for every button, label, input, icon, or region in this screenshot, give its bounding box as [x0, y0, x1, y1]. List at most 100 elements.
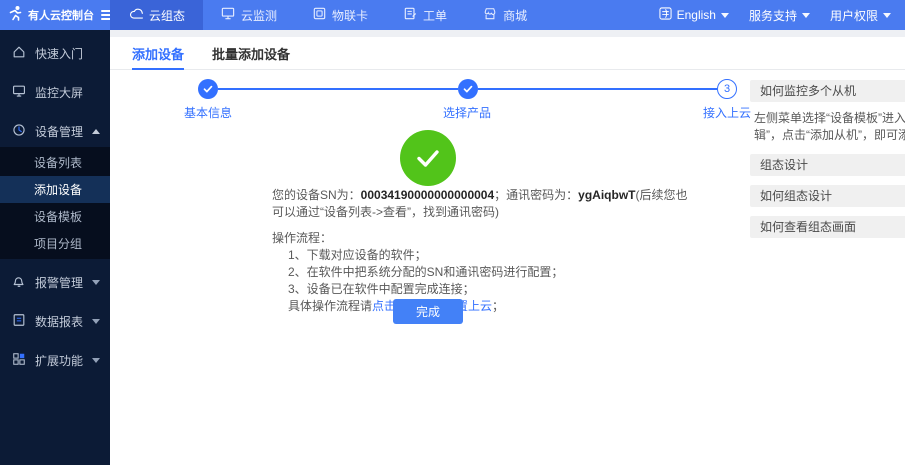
sidebar-item-data-report[interactable]: 数据报表	[0, 306, 110, 337]
check-icon	[462, 83, 474, 95]
sidebar-item-label: 扩展功能	[35, 352, 83, 369]
sn-prefix: 您的设备SN为：	[272, 188, 361, 202]
submenu-item-label: 设备模板	[34, 208, 82, 225]
success-check-icon	[400, 130, 456, 186]
nav-label: 云监测	[241, 7, 277, 24]
detail-prefix: 具体操作流程请	[288, 299, 372, 313]
sidebar-item-label: 快速入门	[35, 45, 100, 62]
step-2-label: 选择产品	[407, 104, 527, 121]
chevron-up-icon	[92, 129, 100, 134]
sn-line: 您的设备SN为：00034190000000000004；通讯密码为：ygAiq…	[272, 187, 696, 221]
nav-label: 工单	[423, 7, 447, 24]
flow-step-2: 2、在软件中把系统分配的SN和通讯密码进行配置；	[288, 264, 696, 281]
sidebar-item-device-template[interactable]: 设备模板	[0, 203, 110, 230]
sidebar-item-device-list[interactable]: 设备列表	[0, 149, 110, 176]
top-header: 有人云控制台 云组态 云监测 物联卡	[0, 0, 905, 30]
sidebar-item-label: 报警管理	[35, 274, 83, 291]
sidebar-item-monitor-screen[interactable]: 监控大屏	[0, 77, 110, 108]
sidebar-item-label: 监控大屏	[35, 84, 100, 101]
device-management-submenu: 设备列表 添加设备 设备模板 项目分组	[0, 147, 110, 259]
top-nav: 云组态 云监测 物联卡 工单	[110, 0, 545, 30]
main-content: 添加设备 批量添加设备 3 基本信息 选择产品 接入上云	[110, 37, 905, 465]
nav-item-iot-card[interactable]: 物联卡	[295, 0, 386, 30]
nav-label: 商城	[503, 7, 527, 24]
support-label: 服务支持	[749, 7, 797, 24]
sidebar-item-project-group[interactable]: 项目分组	[0, 230, 110, 257]
sidebar-item-quick-start[interactable]: 快速入门	[0, 38, 110, 69]
flow-steps: 1、下载对应设备的软件； 2、在软件中把系统分配的SN和通讯密码进行配置； 3、…	[272, 247, 696, 298]
sidebar-item-device-management[interactable]: 设备管理	[0, 116, 110, 147]
nav-item-cloud-monitor[interactable]: 云监测	[203, 0, 295, 30]
alarm-bell-icon	[12, 274, 26, 291]
help-section-how-to-scada[interactable]: 如何组态设计	[750, 185, 905, 207]
nav-item-work-order[interactable]: 工单	[386, 0, 465, 30]
nav-item-cloud-scada[interactable]: 云组态	[110, 0, 203, 30]
runner-logo-icon	[7, 5, 23, 26]
chevron-down-icon	[92, 358, 100, 363]
report-icon	[12, 313, 26, 330]
user-permission-menu[interactable]: 用户权限	[830, 7, 891, 24]
chevron-down-icon	[721, 13, 729, 18]
sidebar-item-label: 数据报表	[35, 313, 83, 330]
result-info: 您的设备SN为：00034190000000000004；通讯密码为：ygAiq…	[272, 187, 696, 315]
screen-icon	[12, 84, 26, 101]
chevron-down-icon	[92, 319, 100, 324]
sim-card-icon	[313, 7, 326, 23]
help-panel: 如何监控多个从机 左侧菜单选择“设备模板”进入设备模板列表，选择“设 辑”，点击…	[750, 80, 905, 238]
submenu-item-label: 添加设备	[34, 181, 82, 198]
sidebar-item-add-device[interactable]: 添加设备	[0, 176, 110, 203]
check-icon	[202, 83, 214, 95]
step-2-node	[458, 79, 478, 99]
flow-step-3: 3、设备已在软件中配置完成连接；	[288, 281, 696, 298]
store-icon	[483, 7, 497, 23]
step-connector	[478, 88, 718, 90]
work-order-icon	[404, 7, 417, 23]
service-support-menu[interactable]: 服务支持	[749, 7, 810, 24]
tab-batch-add-device[interactable]: 批量添加设备	[212, 37, 290, 69]
nav-label: 物联卡	[332, 7, 368, 24]
step-3-node: 3	[717, 79, 737, 99]
help-section-monitor-slaves[interactable]: 如何监控多个从机	[750, 80, 905, 102]
cloud-icon	[128, 7, 143, 23]
logo[interactable]: 有人云控制台	[0, 0, 110, 30]
help-body-line: 辑”，点击“添加从机”，即可添加从机。	[754, 127, 905, 144]
comm-password-value: ygAiqbwT	[578, 188, 635, 202]
step-number: 3	[724, 83, 730, 95]
permission-label: 用户权限	[830, 7, 878, 24]
globe-icon	[659, 7, 672, 23]
flow-step-1: 1、下载对应设备的软件；	[288, 247, 696, 264]
password-label: ；通讯密码为：	[494, 188, 578, 202]
detail-suffix: ；	[492, 299, 504, 313]
submenu-item-label: 项目分组	[34, 235, 82, 252]
monitor-icon	[221, 7, 235, 23]
sidebar-item-label: 设备管理	[35, 123, 83, 140]
apps-grid-icon	[12, 352, 26, 369]
step-1-node	[198, 79, 218, 99]
home-icon	[12, 45, 26, 62]
step-1-label: 基本信息	[148, 104, 268, 121]
sidebar-item-extended-functions[interactable]: 扩展功能	[0, 345, 110, 376]
step-connector	[218, 88, 458, 90]
device-gauge-icon	[12, 123, 26, 140]
detail-line: 具体操作流程请点击查看如何配置上云；	[272, 298, 696, 315]
flow-title: 操作流程：	[272, 230, 696, 247]
page: 有人云控制台 云组态 云监测 物联卡	[0, 0, 905, 465]
tab-add-device[interactable]: 添加设备	[132, 37, 184, 69]
device-sn-value: 00034190000000000004	[361, 188, 494, 202]
tab-bar: 添加设备 批量添加设备	[110, 37, 905, 70]
app-title: 有人云控制台	[28, 7, 94, 23]
language-label: English	[677, 8, 716, 22]
sidebar: 快速入门 监控大屏 设备管理 设备列表	[0, 30, 110, 465]
wizard-stepper: 3 基本信息 选择产品 接入上云	[198, 79, 737, 122]
help-section-view-scada-screen[interactable]: 如何查看组态画面	[750, 216, 905, 238]
language-selector[interactable]: English	[659, 7, 729, 23]
header-right: English 服务支持 用户权限	[659, 0, 905, 30]
chevron-down-icon	[883, 13, 891, 18]
help-section-scada-design[interactable]: 组态设计	[750, 154, 905, 176]
sidebar-item-alarm-management[interactable]: 报警管理	[0, 267, 110, 298]
chevron-down-icon	[802, 13, 810, 18]
finish-button[interactable]: 完成	[393, 299, 463, 324]
submenu-item-label: 设备列表	[34, 154, 82, 171]
help-body-line: 左侧菜单选择“设备模板”进入设备模板列表，选择“设	[754, 110, 905, 127]
nav-item-store[interactable]: 商城	[465, 0, 545, 30]
